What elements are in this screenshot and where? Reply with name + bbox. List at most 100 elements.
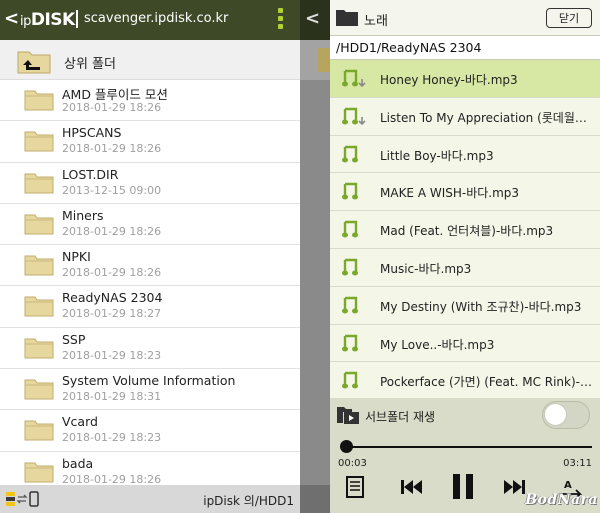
parent-folder-icon	[17, 51, 51, 74]
track-name: MAKE A WISH-바다.mp3	[380, 186, 520, 201]
subfolder-play-toggle[interactable]	[542, 401, 590, 429]
track-name: My Destiny (With 조규찬)-바다.mp3	[380, 299, 582, 314]
track-row[interactable]: Listen To My Appreciation (롯데월…	[330, 97, 600, 136]
folder-date: 2018-01-29 18:26	[62, 472, 162, 486]
folder-row[interactable]: HPSCANS 2018-01-29 18:26	[0, 121, 300, 163]
folder-date: 2013-12-15 09:00	[62, 183, 162, 197]
folder-date: 2018-01-29 18:23	[62, 348, 162, 362]
music-note-icon	[342, 258, 358, 276]
track-name: Music-바다.mp3	[380, 261, 472, 276]
folder-icon	[24, 379, 54, 400]
seek-thumb[interactable]	[340, 440, 353, 453]
track-name: Mad (Feat. 언터쳐블)-바다.mp3	[380, 224, 554, 239]
track-row[interactable]: Mad (Feat. 언터쳐블)-바다.mp3	[330, 211, 600, 249]
folder-icon	[318, 48, 330, 72]
parent-folder-row[interactable]: 상위 폴더	[0, 40, 300, 80]
music-player-panel: 노래 닫기 /HDD1/ReadyNAS 2304 Honey Honey-바다…	[330, 0, 600, 513]
folder-icon	[336, 10, 358, 26]
music-note-icon	[342, 183, 358, 200]
track-name: Pockerface (가면) (Feat. MC Rink)-…	[380, 375, 592, 390]
folder-name: System Volume Information	[62, 373, 236, 389]
track-row[interactable]: Little Boy-바다.mp3	[330, 135, 600, 174]
track-row[interactable]: My Love..-바다.mp3	[330, 324, 600, 363]
svg-text:A: A	[564, 480, 572, 491]
player-header: 노래 닫기	[330, 0, 600, 36]
subfolder-play-label: 서브폴더 재생	[365, 410, 436, 424]
track-name: My Love..-바다.mp3	[380, 337, 495, 352]
track-row[interactable]: Pockerface (가면) (Feat. MC Rink)-…	[330, 362, 600, 401]
track-row[interactable]: Music-바다.mp3	[330, 248, 600, 287]
folder-date: 2018-01-29 18:26	[62, 266, 162, 280]
folder-icon	[24, 173, 54, 194]
pause-icon[interactable]	[452, 473, 474, 500]
current-location: ipDisk 의/HDD1	[203, 494, 294, 508]
music-note-icon	[342, 145, 358, 163]
track-name: Honey Honey-바다.mp3	[380, 73, 518, 87]
music-note-icon	[342, 220, 358, 238]
folder-row[interactable]: SSP 2018-01-29 18:23	[0, 328, 300, 370]
track-row[interactable]: MAKE A WISH-바다.mp3	[330, 173, 600, 212]
folder-date: 2018-01-29 18:23	[62, 431, 162, 445]
music-note-download-icon	[342, 107, 366, 125]
current-path: /HDD1/ReadyNAS 2304	[330, 36, 600, 60]
connection-icon[interactable]	[4, 490, 44, 508]
folder-row[interactable]: NPKI 2018-01-29 18:26	[0, 245, 300, 287]
next-track-icon[interactable]	[502, 479, 526, 495]
folder-icon	[24, 420, 54, 441]
folder-icon	[24, 296, 54, 317]
folder-row[interactable]: ReadyNAS 2304 2018-01-29 18:27	[0, 286, 300, 328]
playback-controls: 00:03 03:11 A BodNara	[330, 432, 600, 513]
folder-icon	[24, 462, 54, 483]
folder-date: 2018-01-29 18:26	[62, 142, 162, 156]
music-note-icon	[342, 372, 358, 389]
close-button[interactable]: 닫기	[546, 8, 592, 28]
folder-name: Vcard	[62, 414, 98, 430]
seek-bar[interactable]	[340, 440, 592, 453]
player-title: 노래	[364, 14, 388, 29]
folder-name: Miners	[62, 207, 104, 223]
more-menu-icon[interactable]	[278, 8, 284, 32]
music-note-icon	[342, 334, 358, 352]
folder-row[interactable]: System Volume Information 2018-01-29 18:3…	[0, 369, 300, 411]
folder-name: HPSCANS	[62, 125, 122, 141]
folder-date: 2018-01-29 18:26	[62, 101, 162, 114]
folder-list: AMD 플루이드 모션 2018-01-29 18:26 HPSCANS 2018-0…	[0, 80, 300, 493]
folder-row[interactable]: AMD 플루이드 모션 2018-01-29 18:26	[0, 80, 300, 122]
host-address: scavenger.ipdisk.co.kr	[84, 11, 229, 26]
parent-folder-label: 상위 폴더	[64, 57, 116, 72]
track-row[interactable]: Honey Honey-바다.mp3	[330, 60, 600, 98]
folder-row[interactable]: LOST.DIR 2013-12-15 09:00	[0, 163, 300, 204]
back-button[interactable]: <	[4, 8, 19, 29]
folder-name: bada	[62, 455, 94, 471]
previous-track-icon[interactable]	[400, 479, 424, 495]
playlist-icon[interactable]	[346, 476, 364, 498]
dimmed-background-strip: <	[300, 0, 330, 513]
subfolder-play-icon	[337, 407, 359, 424]
file-browser-panel: < ipDISK scavenger.ipdisk.co.kr 상위 폴더 AM…	[0, 0, 300, 513]
folder-icon	[24, 214, 54, 235]
folder-date: 2018-01-29 18:26	[62, 224, 162, 238]
folder-date: 2018-01-29 18:27	[62, 307, 162, 321]
subfolder-play-row: 서브폴더 재생	[330, 398, 600, 432]
track-name: Listen To My Appreciation (롯데월…	[380, 110, 587, 125]
browser-header: < ipDISK scavenger.ipdisk.co.kr	[0, 0, 300, 40]
folder-name: NPKI	[62, 249, 91, 265]
folder-row[interactable]: Miners 2018-01-29 18:26	[0, 204, 300, 246]
folder-icon	[24, 90, 54, 111]
current-time: 00:03	[338, 458, 367, 469]
track-row[interactable]: My Destiny (With 조규찬)-바다.mp3	[330, 286, 600, 325]
watermark: BodNara	[525, 492, 598, 508]
folder-name: ReadyNAS 2304	[62, 290, 163, 306]
track-name: Little Boy-바다.mp3	[380, 148, 494, 163]
browser-footer: ipDisk 의/HDD1	[0, 485, 300, 513]
back-icon: <	[305, 8, 321, 29]
folder-icon	[24, 131, 54, 152]
folder-name: SSP	[62, 331, 86, 347]
header-divider	[76, 10, 78, 28]
music-note-download-icon	[342, 69, 366, 88]
app-logo: ipDISK	[20, 10, 75, 30]
folder-row[interactable]: Vcard 2018-01-29 18:23	[0, 410, 300, 452]
folder-icon	[24, 338, 54, 359]
toggle-knob	[544, 403, 567, 426]
music-note-icon	[342, 296, 358, 314]
